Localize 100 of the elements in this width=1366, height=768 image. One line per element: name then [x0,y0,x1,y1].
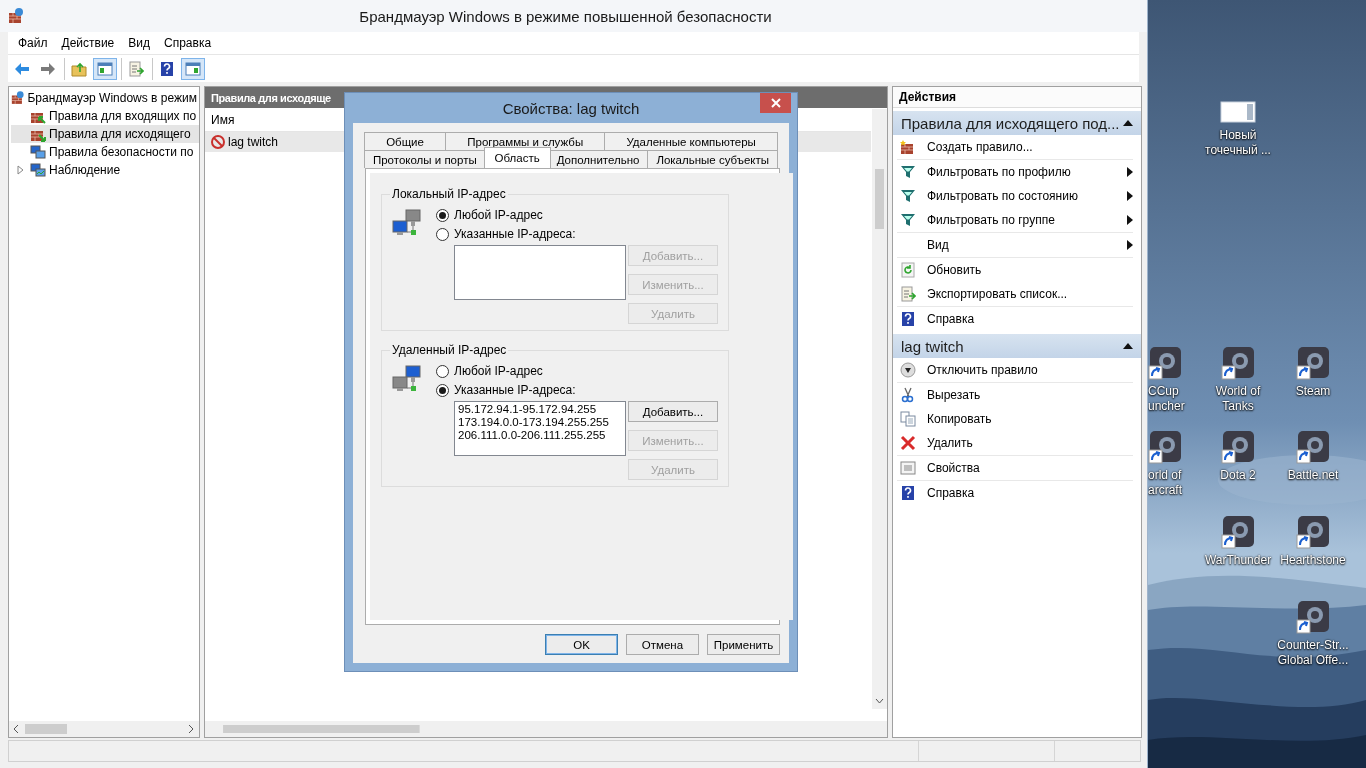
list-item[interactable]: 206.111.0.0-206.111.255.255 [458,429,622,442]
radio-label[interactable]: Любой IP-адрес [454,364,543,378]
brick-wall-icon [11,90,25,106]
scissors-icon [900,387,916,403]
action-link[interactable]: Справка [927,312,1133,326]
horizontal-scrollbar[interactable] [9,721,199,737]
action-link[interactable]: Фильтровать по группе [927,213,1117,227]
group-title: Удаленный IP-адрес [391,343,508,357]
help-icon [159,60,175,77]
collapse-icon[interactable] [1123,343,1133,349]
collapse-icon[interactable] [1123,120,1133,126]
folder-icon [71,60,87,77]
funnel-icon [900,164,916,180]
vertical-scrollbar[interactable] [872,109,887,709]
computers-icon [30,162,46,178]
radio-button[interactable] [436,208,449,222]
section-header[interactable]: lag twitch [893,334,1141,358]
menu-item[interactable]: Вид [122,34,156,52]
shortcut-icon [1296,515,1330,549]
address-list[interactable]: 95.172.94.1-95.172.94.255 173.194.0.0-173.194.255.255 206.111.0.0-206.111.255.255 [454,401,626,456]
action-link[interactable]: Обновить [927,263,1133,277]
radio-button[interactable] [436,383,449,397]
radio-label[interactable]: Указанные IP-адреса: [454,383,576,397]
toolbar-button[interactable] [93,57,117,80]
tab[interactable]: Локальные субъекты [647,150,778,168]
shortcut-icon [1221,346,1255,380]
action-link[interactable]: Фильтровать по состоянию [927,189,1117,203]
expand-icon[interactable] [15,165,25,175]
shortcut-icon [1148,346,1182,380]
menu-item[interactable]: Файл [12,34,54,52]
tab[interactable]: Область [483,147,551,168]
submenu-arrow-icon[interactable] [1127,215,1133,225]
menu-item[interactable]: Действие [55,34,121,52]
column-header[interactable]: Имя [211,112,235,127]
action-link[interactable]: Свойства [927,461,1133,475]
window-title: Брандмауэр Windows в режиме повышенной безопасности [358,7,773,25]
action-link[interactable]: Копировать [927,412,1133,426]
radio-button[interactable] [436,227,449,241]
close-button[interactable] [760,93,791,113]
action-link[interactable]: Удалить [927,436,1133,450]
tree-item[interactable]: Брандмауэр Windows в режим [11,89,199,107]
help-icon [900,311,916,327]
section-header[interactable]: Правила для исходящего под... [893,111,1141,135]
dialog-button[interactable]: Отмена [626,634,699,655]
cross-icon [900,435,916,451]
funnel-icon [900,188,916,204]
tab[interactable]: Протоколы и порты [364,150,486,168]
tab[interactable]: Программы и службы [445,132,606,150]
shortcut-icon [1296,430,1330,464]
shortcut-icon [1221,430,1255,464]
no-entry-icon [210,134,226,150]
desktop-icon-label[interactable]: Новый точечный ... [1205,128,1271,158]
window-icon [900,460,916,476]
help-icon [900,485,916,501]
action-link[interactable]: Справка [927,486,1133,500]
group-title: Локальный IP-адрес [391,187,507,201]
dialog-button[interactable]: OK [545,634,618,655]
radio-label[interactable]: Любой IP-адрес [454,208,543,222]
action-link[interactable]: Фильтровать по профилю [927,165,1117,179]
copy-icon [900,411,916,427]
pane-icon [97,60,113,77]
address-list[interactable] [454,245,626,300]
action-link[interactable]: Вырезать [927,388,1133,402]
funnel-icon [900,212,916,228]
dialog-button[interactable]: Применить [707,634,780,655]
toolbar-button[interactable] [181,57,205,80]
submenu-arrow-icon[interactable] [1127,240,1133,250]
computers-icon [30,144,46,160]
pane-icon [185,60,201,77]
desktop-icon-label[interactable]: CCup uncher [1148,384,1185,414]
action-link[interactable]: Отключить правило [927,363,1133,377]
menu-item[interactable]: Справка [158,34,218,52]
list-item[interactable]: 173.194.0.0-173.194.255.255 [458,416,622,429]
brick-wall-icon [8,8,24,24]
tree-item[interactable]: Наблюдение [11,161,199,179]
image-file-icon [1220,100,1256,124]
radio-button[interactable] [436,364,449,378]
forward-arrow-icon [40,60,56,77]
tree-item[interactable]: Правила безопасности по [11,143,199,161]
shortcut-icon [1148,430,1182,464]
shortcut-icon [1296,346,1330,380]
submenu-arrow-icon[interactable] [1127,191,1133,201]
list-item[interactable]: 95.172.94.1-95.172.94.255 [458,403,622,416]
radio-label[interactable]: Указанные IP-адреса: [454,227,576,241]
tab[interactable]: Удаленные компьютеры [604,132,778,150]
horizontal-scrollbar[interactable] [205,721,887,737]
desktop-icon-label[interactable]: Counter-Str... Global Offe... [1277,638,1349,668]
dialog-button[interactable]: Добавить... [628,401,718,422]
action-link[interactable]: Вид [927,238,1117,252]
shortcut-icon [1296,600,1330,634]
refresh-icon [900,262,916,278]
action-link[interactable]: Создать правило... [927,140,1133,154]
tree-item[interactable]: Правила для исходящего [11,125,199,143]
action-link[interactable]: Экспортировать список... [927,287,1133,301]
submenu-arrow-icon[interactable] [1127,167,1133,177]
close-icon[interactable] [770,98,781,108]
tree-item[interactable]: Правила для входящих по [11,107,199,125]
shortcut-icon [1221,515,1255,549]
tab[interactable]: Общие [364,132,447,150]
brick-wall-icon [900,139,916,155]
